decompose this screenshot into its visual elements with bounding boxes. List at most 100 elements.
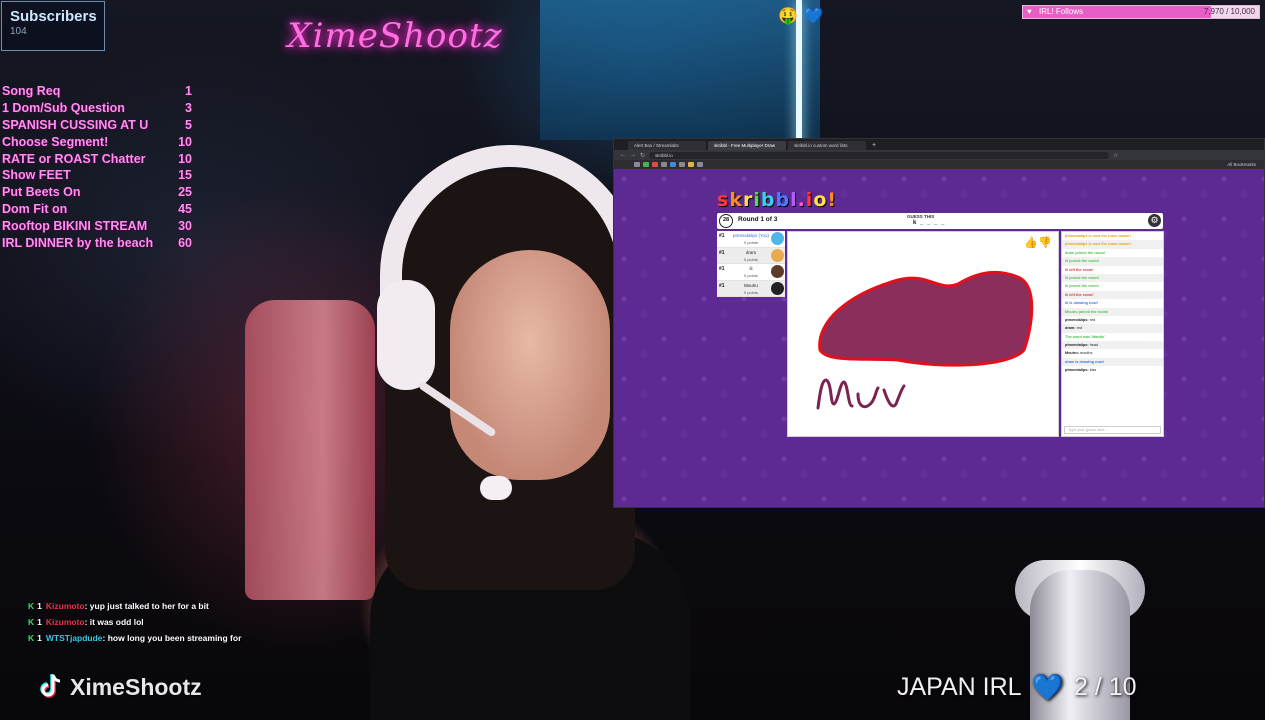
logo-letter: ! — [827, 189, 838, 211]
redeem-label: Dom Fit on — [2, 202, 68, 217]
drawn-lips-shape — [818, 270, 1034, 367]
redeem-item: Put Beets On 25 — [2, 184, 192, 201]
chat-text: ptmendalips is now the room owner! — [1065, 242, 1132, 247]
all-bookmarks-link[interactable]: All Bookmarks — [1227, 162, 1264, 167]
bookmark-icon[interactable] — [679, 162, 685, 167]
chat-author: ptmendalips: — [1065, 343, 1089, 348]
redeem-item: Song Req 1 — [2, 83, 192, 100]
bookmark-icon[interactable] — [670, 162, 676, 167]
thumbs-up-icon[interactable]: 👍 — [1024, 236, 1038, 249]
round-indicator: Round 1 of 3 — [738, 216, 778, 223]
avatar — [771, 281, 784, 295]
chat-author: ptmendalips: — [1065, 317, 1089, 322]
game-chat-message: ptmendalips is now the room owner! — [1062, 240, 1163, 249]
chat-message: K 1 Kizumoto: it was odd lol — [28, 614, 328, 630]
back-icon[interactable]: ← — [620, 152, 626, 158]
drawing-canvas[interactable]: 👍 👎 — [787, 231, 1059, 437]
bookmark-icon[interactable] — [688, 162, 694, 167]
blue-heart-icon: 💙 — [1031, 672, 1064, 702]
redeem-label: Show FEET — [2, 168, 71, 183]
player-row: #1 ptmendalips (You) 0 points — [717, 231, 785, 248]
follower-goal-bar: ♥ IRL! Follows 7,970 / 10,000 — [1022, 5, 1260, 19]
skribbl-page: skribbl.io! 28 Round 1 of 3 GUESS THIS k… — [614, 169, 1264, 507]
chat-badge: K — [28, 633, 35, 643]
player-points: 0 points — [743, 240, 758, 245]
bookmark-icon[interactable] — [661, 162, 667, 167]
bookmark-icon[interactable] — [643, 162, 649, 167]
game-header: 28 Round 1 of 3 GUESS THIS k _ _ _ _ ⚙ — [717, 213, 1163, 229]
bookmark-icon[interactable] — [697, 162, 703, 167]
heart-icon: ♥ — [1027, 7, 1032, 16]
forward-icon[interactable]: → — [630, 152, 636, 158]
avatar — [771, 248, 784, 262]
player-row: #1 ili 0 points — [717, 264, 785, 281]
redeem-item: Rooftop BIKINI STREAM 30 — [2, 218, 192, 235]
redeem-item: Show FEET 15 — [2, 167, 192, 184]
redeem-cost: 15 — [178, 168, 192, 183]
game-chat-message: Mvutru: mouths — [1062, 349, 1163, 357]
star-icon[interactable]: ☆ — [1113, 152, 1118, 159]
player-name: ili — [749, 266, 753, 271]
bookmark-icon[interactable] — [634, 162, 640, 167]
thumbs-down-icon[interactable]: 👎 — [1038, 236, 1052, 249]
browser-tab[interactable]: Alert Box / Streamlabs — [628, 141, 706, 150]
gear-icon[interactable]: ⚙ — [1148, 214, 1161, 227]
chat-text: dram joined the room! — [1065, 250, 1106, 255]
chat-badge-count: 1 — [37, 601, 42, 611]
browser-tab[interactable]: skribbl.io custom word lists — [788, 141, 866, 150]
headset-mic-tip — [480, 476, 512, 500]
browser-tab[interactable]: skribbl - Free Multiplayer Draw — [708, 141, 786, 150]
game-chat-message: ptmendalips: kiss — [1062, 366, 1163, 374]
guess-label: GUESS THIS — [907, 214, 935, 219]
url-field[interactable]: skribbl.io — [649, 151, 1110, 159]
word-hint: k _ _ _ _ — [913, 220, 946, 226]
chat-username: WTSTjapdude — [45, 633, 103, 643]
redeem-item: SPANISH CUSSING AT U 5 — [2, 117, 192, 134]
guess-input[interactable]: Type your guess here... — [1064, 426, 1161, 434]
redeem-item: Dom Fit on 45 — [2, 201, 192, 218]
redeem-cost: 1 — [185, 84, 192, 98]
follower-goal-value: 7,970 / 10,000 — [1203, 7, 1255, 16]
game-chat-message: ptmendalips: red — [1062, 316, 1163, 324]
player-list: #1 ptmendalips (You) 0 points #1 dram 0 point… — [717, 231, 785, 297]
logo-letter: k — [729, 189, 743, 211]
game-chat-message: ili left the room! — [1062, 290, 1163, 300]
new-tab-button[interactable]: + — [868, 141, 880, 150]
redeem-label: Rooftop BIKINI STREAM — [2, 219, 148, 234]
chat-text: ptmendalips is now the room owner! — [1065, 234, 1132, 238]
chat-text: head — [1088, 343, 1099, 348]
game-chat-message: ptmendalips: head — [1062, 341, 1163, 350]
redeem-cost: 10 — [178, 151, 192, 166]
game-chat-message: dram is drawing now! — [1062, 357, 1163, 367]
blue-heart-emoji: 💙 — [803, 6, 824, 25]
player-rank: #1 — [719, 233, 725, 239]
skribbl-logo: skribbl.io! — [717, 189, 837, 211]
japan-irl-goal: JAPAN IRL 💙 2 / 10 — [897, 672, 1137, 703]
bookmark-icon[interactable] — [652, 162, 658, 167]
follower-goal-label: IRL! Follows — [1039, 7, 1084, 16]
game-chat-message: ili joined the room! — [1062, 257, 1163, 266]
chat-text: kiss — [1088, 368, 1097, 373]
game-chat-message: dram joined the room! — [1062, 249, 1163, 257]
browser-window: Alert Box / Streamlabs skribbl - Free Mul… — [613, 138, 1265, 508]
redeem-cost: 30 — [178, 219, 192, 234]
headset-earcup — [377, 280, 435, 390]
chat-text: : yup just talked to her for a bit — [84, 601, 209, 611]
reload-icon[interactable]: ↻ — [640, 152, 645, 159]
chat-badge: K — [28, 617, 35, 627]
player-points: 0 points — [743, 256, 758, 262]
subscriber-counter: Subscribers 104 — [1, 1, 105, 51]
floating-emojis: 🤑 💙 — [778, 6, 824, 25]
redeem-item: Choose Segment! 10 — [2, 134, 192, 151]
avatar — [771, 265, 784, 278]
chat-text: ili joined the room! — [1065, 275, 1099, 280]
game-chat-message: dram: red — [1062, 324, 1163, 333]
chat-badge-count: 1 — [37, 617, 42, 627]
chat-text: ili joined the room! — [1065, 259, 1099, 264]
player-points: 0 points — [743, 273, 758, 278]
redeem-cost: 45 — [178, 202, 192, 217]
redeem-menu: Song Req 1 1 Dom/Sub Question 3 SPANISH CUSS… — [2, 83, 192, 252]
game-chat-message: ili left the room! — [1062, 266, 1163, 274]
redeem-cost: 25 — [178, 185, 192, 200]
redeem-label: Put Beets On — [2, 185, 81, 200]
